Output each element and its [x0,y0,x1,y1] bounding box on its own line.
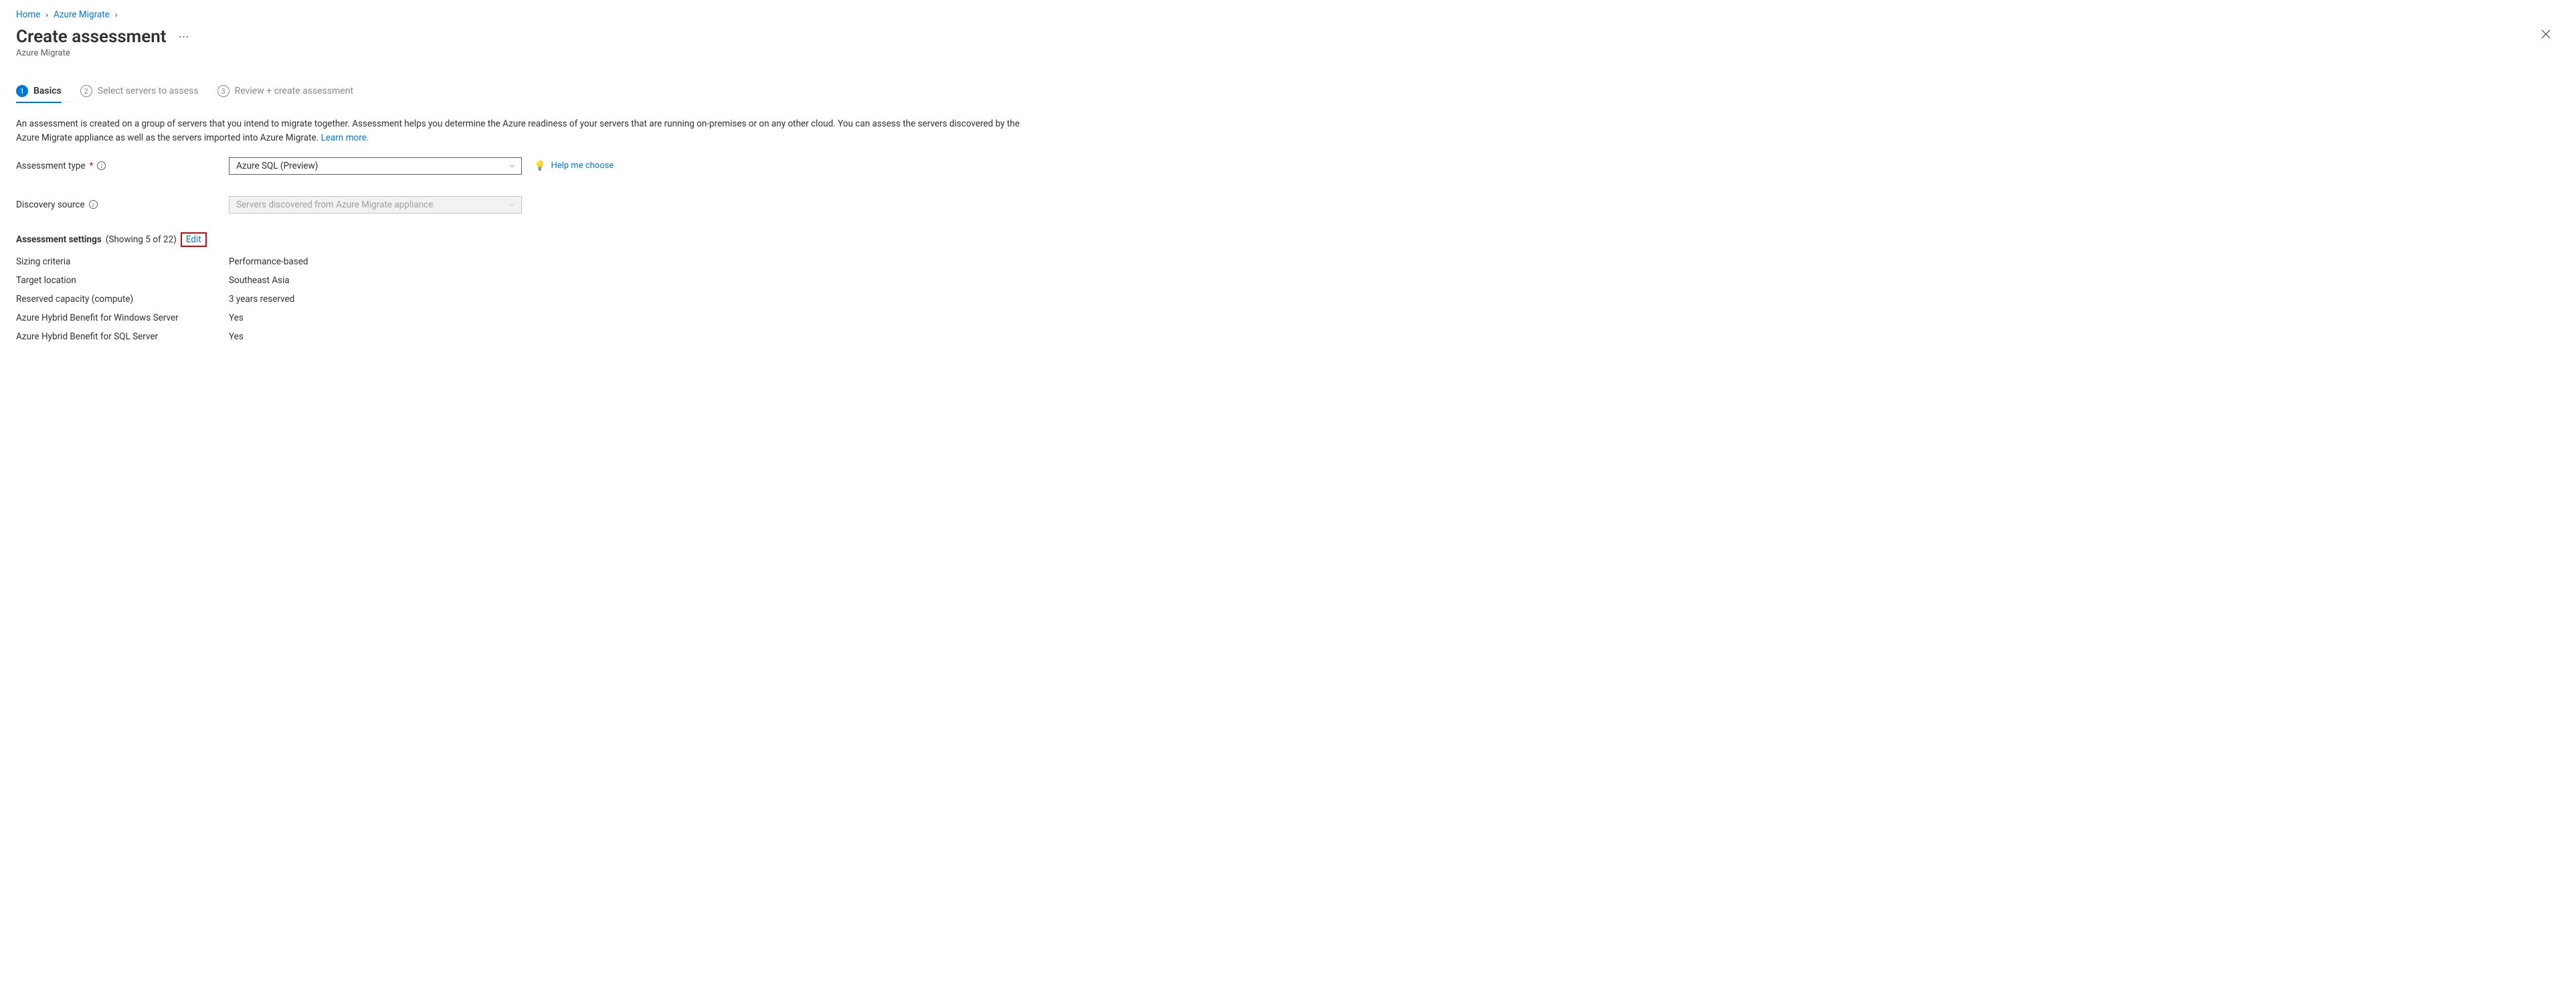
tab-step-number: 2 [80,85,92,97]
settings-title: Assessment settings [16,234,102,245]
setting-value: Yes [229,313,244,323]
setting-key: Reserved capacity (compute) [16,294,229,305]
setting-key: Sizing criteria [16,256,229,267]
edit-highlight-box: Edit [181,232,207,247]
tab-basics[interactable]: 1 Basics [16,85,62,102]
chevron-right-icon: › [115,10,118,19]
tab-label: Basics [33,86,62,96]
chevron-down-icon: ⌵ [509,201,515,208]
wizard-tabs: 1 Basics 2 Select servers to assess 3 Re… [16,85,2560,102]
tab-step-number: 1 [16,85,28,97]
close-icon [2541,29,2551,39]
description-text: An assessment is created on a group of s… [16,118,1020,143]
setting-key: Azure Hybrid Benefit for SQL Server [16,331,229,342]
setting-key: Target location [16,275,229,286]
setting-key: Azure Hybrid Benefit for Windows Server [16,313,229,323]
chevron-right-icon: › [45,10,48,19]
required-asterisk: * [90,161,94,171]
more-actions-button[interactable]: ⋯ [179,31,189,42]
help-me-choose-link[interactable]: Help me choose [551,161,614,171]
dropdown-value: Servers discovered from Azure Migrate ap… [236,199,433,210]
basics-description: An assessment is created on a group of s… [16,117,1033,145]
assessment-type-label: Assessment type * i [16,161,229,171]
setting-value: 3 years reserved [229,294,294,305]
breadcrumb: Home › Azure Migrate › [16,9,2560,20]
page-subtitle: Azure Migrate [16,48,189,58]
tab-select-servers[interactable]: 2 Select servers to assess [80,85,199,102]
settings-row-ahb-windows: Azure Hybrid Benefit for Windows Server … [16,313,2560,323]
lightbulb-icon: 💡 [534,161,545,171]
assessment-settings-header: Assessment settings (Showing 5 of 22) Ed… [16,232,2560,247]
settings-row-ahb-sql: Azure Hybrid Benefit for SQL Server Yes [16,331,2560,342]
tab-review-create[interactable]: 3 Review + create assessment [217,85,353,102]
settings-row-reserved-capacity: Reserved capacity (compute) 3 years rese… [16,294,2560,305]
setting-value: Performance-based [229,256,308,267]
chevron-down-icon: ⌵ [509,162,515,169]
discovery-source-dropdown: Servers discovered from Azure Migrate ap… [229,196,522,214]
discovery-source-label: Discovery source i [16,199,229,210]
breadcrumb-azure-migrate[interactable]: Azure Migrate [54,9,110,20]
edit-settings-link[interactable]: Edit [186,234,201,245]
page-title: Create assessment [16,27,167,47]
settings-row-target-location: Target location Southeast Asia [16,275,2560,286]
close-button[interactable] [2539,27,2553,44]
settings-showing-count: (Showing 5 of 22) [106,234,177,245]
dropdown-value: Azure SQL (Preview) [236,161,318,171]
info-icon[interactable]: i [89,200,98,209]
breadcrumb-home[interactable]: Home [16,9,40,20]
setting-value: Yes [229,331,244,342]
info-icon[interactable]: i [97,161,106,170]
setting-value: Southeast Asia [229,275,290,286]
tab-label: Review + create assessment [235,86,353,96]
settings-row-sizing-criteria: Sizing criteria Performance-based [16,256,2560,267]
tab-step-number: 3 [217,85,229,97]
tab-label: Select servers to assess [98,86,199,96]
assessment-settings-list: Sizing criteria Performance-based Target… [16,256,2560,342]
learn-more-link[interactable]: Learn more. [321,133,369,143]
assessment-type-dropdown[interactable]: Azure SQL (Preview) ⌵ [229,157,522,175]
